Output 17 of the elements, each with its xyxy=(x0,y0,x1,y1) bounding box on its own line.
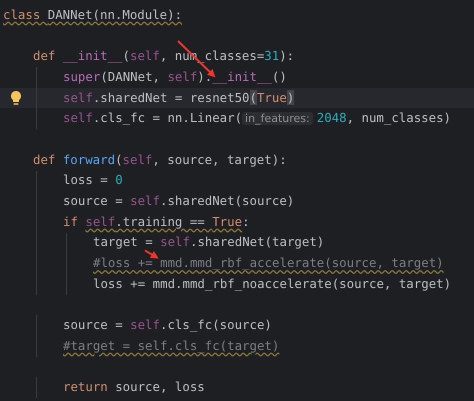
code-line: self.cls_fc = nn.Linear( in_features: 2048, num_classes) xyxy=(63,111,452,126)
code-line: class DANNet(nn.Module): xyxy=(3,8,182,23)
code-line: super(DANNet, self).__init__() xyxy=(63,70,287,85)
code-line: return source, loss xyxy=(63,380,205,396)
code-line: target = self.sharedNet(target) xyxy=(93,235,324,250)
code-line: def forward(self, source, target): xyxy=(33,152,287,168)
code-line: loss += mmd.mmd_rbf_noaccelerate(source, target) xyxy=(93,276,452,292)
code-line: source = self.cls_fc(source) xyxy=(63,318,272,334)
code-line: #target = self.cls_fc(target) xyxy=(63,338,280,354)
code-line: if self.training == True: xyxy=(63,214,250,230)
code-line: self.sharedNet = resnet50(True) xyxy=(63,90,294,106)
code-line: #loss += mmd.mmd_rbf_accelerate(source, target) xyxy=(93,256,444,272)
code-line: loss = 0 xyxy=(63,173,123,188)
code-line: source = self.sharedNet(source) xyxy=(63,194,294,209)
annotation-arrow xyxy=(144,250,159,258)
lightbulb-icon[interactable] xyxy=(10,90,22,106)
code-editor[interactable] xyxy=(0,0,474,401)
